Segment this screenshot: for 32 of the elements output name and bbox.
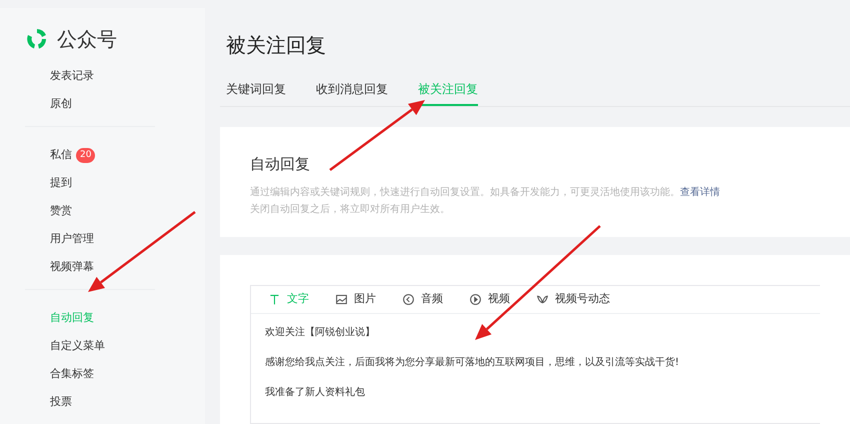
tab[interactable]: 关键词回复	[226, 80, 286, 106]
image-icon	[335, 293, 348, 306]
type-tab[interactable]: 音频	[402, 291, 443, 308]
sidebar-item[interactable]: 赞赏	[50, 202, 72, 220]
message-line: 欢迎关注【阿锐创业说】	[265, 326, 376, 340]
text-icon	[268, 293, 281, 306]
sidebar-item[interactable]: 视频弹幕	[50, 258, 94, 276]
sidebar-item[interactable]: 自定义菜单	[50, 338, 105, 354]
type-tab[interactable]: 视频号动态	[536, 291, 610, 308]
type-tab[interactable]: 视频	[469, 291, 510, 308]
page-title: 被关注回复	[225, 32, 326, 59]
sidebar-item[interactable]: 用户管理	[50, 230, 94, 248]
sidebar-item[interactable]: 投票	[50, 394, 72, 410]
sidebar-item[interactable]: 合集标签	[50, 366, 94, 382]
sidebar-item[interactable]: 提到	[50, 174, 72, 192]
message-line: 我准备了新人资料礼包	[265, 386, 366, 400]
details-link[interactable]: 查看详情	[680, 186, 720, 198]
sidebar-item[interactable]: 发表记录	[50, 68, 94, 84]
description: 通过编辑内容或关键词规则，快速进行自动回复设置。如具备开发能力，可更灵活地使用该功能。查看详情	[250, 186, 721, 200]
butterfly-icon	[536, 293, 549, 306]
sidebar-item[interactable]: 私信	[50, 146, 72, 164]
message-line: 感谢您给我点关注，后面我将为您分享最新可落地的互联网项目，思维，以及引流等实战干货!	[265, 356, 680, 370]
card-title: 自动回复	[250, 154, 311, 175]
count-badge: 20	[76, 148, 96, 162]
note: 关闭自动回复之后，将立即对所有用户生效。	[250, 202, 451, 216]
play-icon	[469, 293, 482, 306]
logo-text: 公众号	[57, 26, 117, 53]
tab[interactable]: 收到消息回复	[316, 80, 388, 106]
audio-icon	[402, 293, 415, 306]
logo-icon	[25, 27, 49, 51]
sidebar-item[interactable]: 原创	[50, 96, 72, 112]
type-tab[interactable]: 图片	[335, 291, 376, 308]
